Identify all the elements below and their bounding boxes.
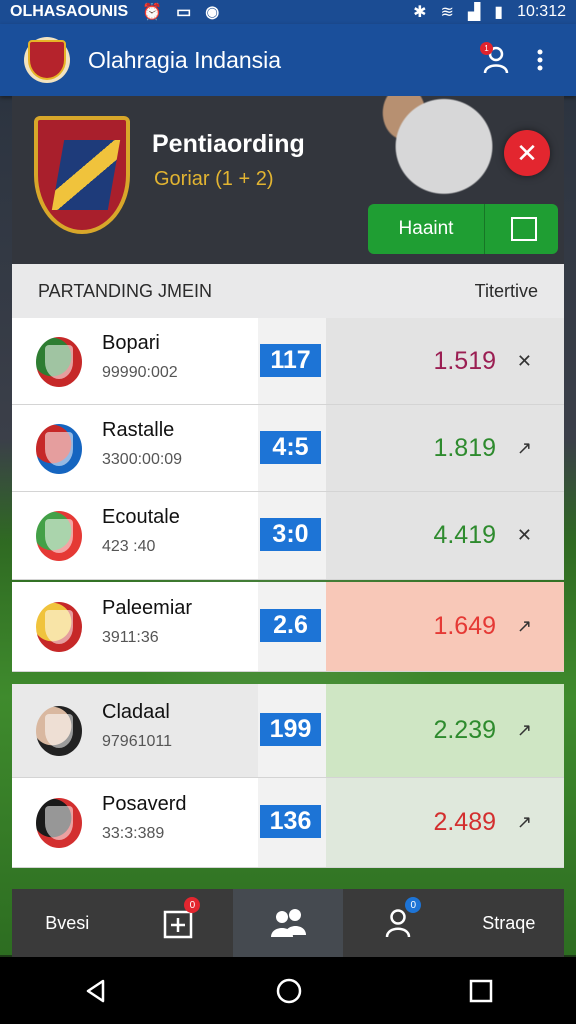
nav-tab-news-label: Bvesi: [45, 912, 90, 933]
match-row[interactable]: Posaverd 33:3:389 136 2.489 ↗: [12, 778, 564, 868]
team-name: Cladaal: [102, 701, 170, 723]
trend-icon[interactable]: ✕: [517, 351, 532, 372]
team-logo: [36, 423, 82, 474]
match-row[interactable]: Rastalle 3300:00:09 4:5 1.819 ↗: [12, 405, 564, 492]
odds-value: 2.489: [433, 808, 496, 836]
image-icon: ▭: [176, 4, 192, 21]
close-icon: ✕: [516, 137, 538, 168]
nav-tab-calendar[interactable]: 0: [122, 889, 232, 957]
profile-badge: 1: [480, 42, 493, 55]
list-header-right: Titertive: [474, 280, 538, 301]
home-icon[interactable]: [275, 977, 303, 1005]
hero-title: Pentiaording: [152, 130, 305, 158]
team-logo: [36, 602, 82, 652]
nav-tab-stage-label: Straqe: [482, 912, 536, 933]
wifi-icon: ≋: [440, 4, 454, 21]
team-logo: [36, 511, 82, 561]
calendar-badge: 0: [184, 897, 201, 913]
trend-icon[interactable]: ↗: [517, 438, 532, 459]
odds-value: 1.519: [433, 346, 496, 375]
sync-icon: ◉: [205, 4, 220, 21]
alarm-icon: ⏰: [142, 4, 163, 21]
status-bar: OLHASAOUNIS ⏰ ▭ ◉ ✱ ≋ ▟ ▮ 10:312: [0, 0, 576, 24]
odds-value: 1.649: [433, 612, 496, 640]
match-code: 97961011: [102, 733, 172, 750]
score-badge: 2.6: [260, 609, 321, 642]
more-vert-icon: [537, 49, 543, 71]
team-name: Bopari: [102, 331, 160, 354]
user-icon: [386, 909, 411, 938]
status-carrier: OLHASAOUNIS: [10, 3, 129, 20]
odds-value: 4.419: [433, 521, 496, 549]
square-icon: [511, 217, 537, 241]
match-code: 423 :40: [102, 538, 156, 555]
match-row[interactable]: Paleemiar 3911:36 2.6 1.649 ↗: [12, 582, 564, 672]
app-logo: [24, 37, 70, 83]
primary-action-button[interactable]: Haaint: [368, 204, 558, 254]
list-header: PARTANDING JMEIN Titertive: [12, 264, 564, 318]
overflow-menu-button[interactable]: [518, 38, 562, 82]
team-logo: [36, 336, 82, 387]
score-badge: 3:0: [260, 518, 321, 551]
status-time: 10:312: [517, 3, 566, 20]
trend-icon[interactable]: ↗: [517, 720, 532, 741]
team-logo: [36, 706, 82, 756]
hero-subtitle: Goriar (1 + 2): [154, 168, 274, 190]
group-icon: [271, 909, 307, 937]
team-name: Ecoutale: [102, 506, 180, 528]
close-button[interactable]: ✕: [504, 130, 550, 176]
trend-icon[interactable]: ✕: [517, 525, 532, 546]
match-row[interactable]: Cladaal 97961011 199 2.239 ↗: [12, 684, 564, 778]
trend-icon[interactable]: ↗: [517, 812, 532, 833]
system-navigation-bar: [0, 957, 576, 1024]
match-row[interactable]: Bopari 99990:002 117 1.519 ✕: [12, 318, 564, 405]
team-logo: [36, 798, 82, 848]
nav-tab-teams[interactable]: [232, 889, 344, 957]
score-badge: 117: [260, 343, 321, 377]
bottom-navigation: Bvesi 0 0 Straqe: [12, 889, 564, 957]
team-name: Rastalle: [102, 418, 175, 441]
nav-tab-news[interactable]: Bvesi: [12, 889, 122, 957]
odds-value: 2.239: [433, 716, 496, 744]
team-name: Paleemiar: [102, 597, 193, 619]
signal-icon: ▟: [467, 4, 481, 21]
recents-icon[interactable]: [469, 979, 493, 1003]
app-bar: Olahragia Indansia 1: [0, 24, 576, 96]
list-header-left: PARTANDING JMEIN: [38, 280, 213, 301]
team-name: Posaverd: [102, 793, 187, 815]
match-code: 33:3:389: [102, 825, 165, 842]
match-code: 3911:36: [102, 629, 159, 646]
profile-button[interactable]: 1: [474, 38, 518, 82]
back-icon[interactable]: [83, 978, 109, 1004]
match-code: 99990:002: [102, 363, 178, 381]
score-badge: 4:5: [260, 430, 321, 464]
battery-icon: ▮: [494, 4, 504, 21]
button-divider: [484, 204, 485, 254]
score-badge: 199: [260, 713, 321, 746]
nav-tab-profile[interactable]: 0: [343, 889, 453, 957]
hero-banner: Pentiaording Goriar (1 + 2) ✕ Haaint: [12, 96, 564, 264]
team-crest: [34, 116, 130, 234]
match-code: 3300:00:09: [102, 450, 183, 468]
bluetooth-icon: ✱: [413, 4, 427, 21]
trend-icon[interactable]: ↗: [517, 616, 532, 637]
profile-nav-badge: 0: [405, 897, 422, 913]
app-title: Olahragia Indansia: [88, 46, 282, 73]
odds-value: 1.819: [433, 433, 496, 462]
nav-tab-stage[interactable]: Straqe: [454, 889, 564, 957]
score-badge: 136: [260, 805, 321, 838]
match-row[interactable]: Ecoutale 423 :40 3:0 4.419 ✕: [12, 492, 564, 580]
primary-action-label: Haaint: [398, 218, 454, 239]
